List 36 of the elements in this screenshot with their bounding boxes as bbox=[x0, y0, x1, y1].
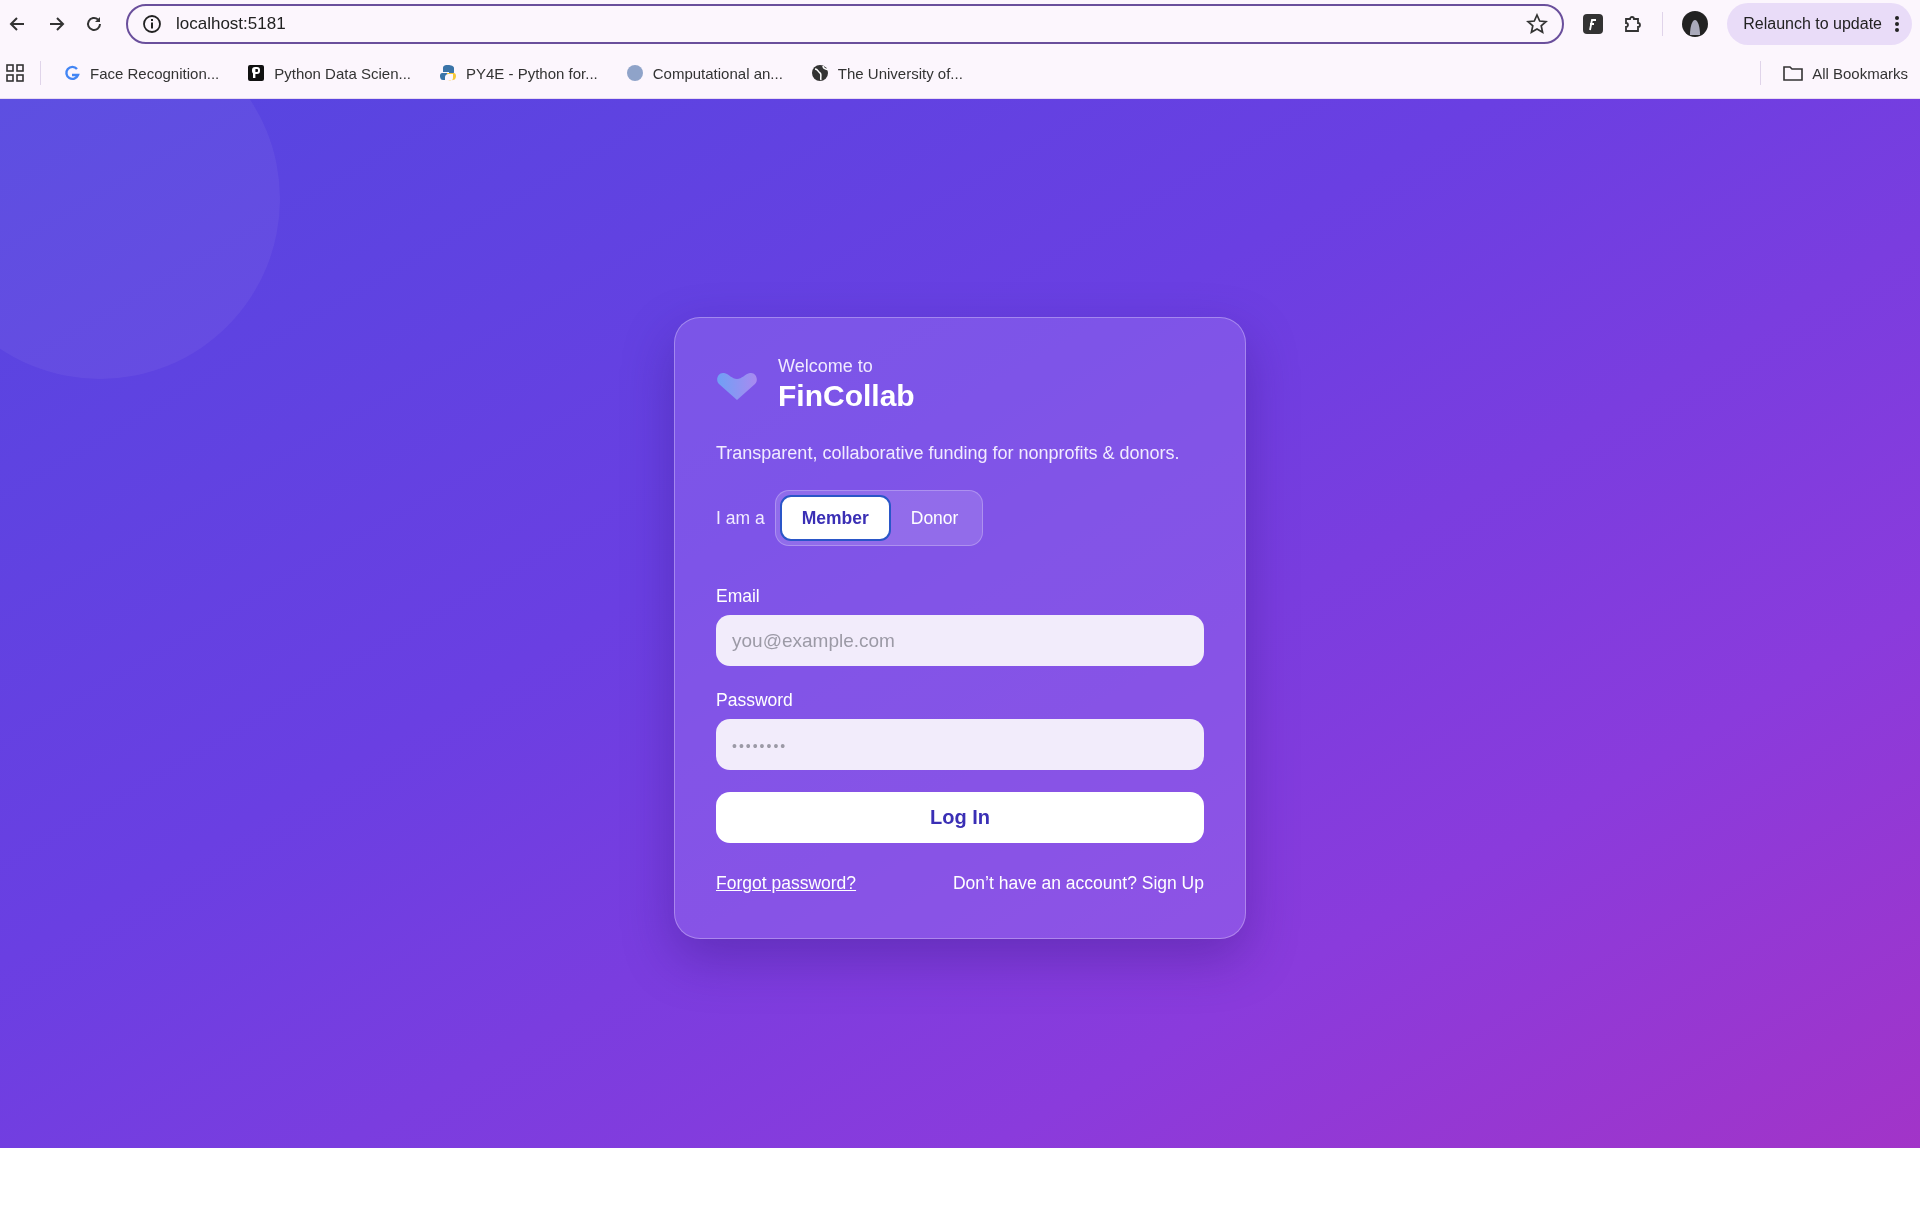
star-icon[interactable] bbox=[1526, 13, 1549, 35]
all-bookmarks-link[interactable]: All Bookmarks bbox=[1777, 64, 1914, 82]
login-button[interactable]: Log In bbox=[716, 792, 1204, 843]
role-label: I am a bbox=[716, 507, 765, 529]
role-option[interactable]: Donor bbox=[890, 495, 979, 541]
relaunch-button[interactable]: Relaunch to update bbox=[1727, 3, 1912, 45]
signup-link[interactable]: Sign Up bbox=[1141, 873, 1204, 893]
bookmark-link[interactable]: Computational an... bbox=[619, 64, 789, 82]
bookmark-link[interactable]: Face Recognition... bbox=[57, 64, 226, 82]
forgot-password-link[interactable]: Forgot password? bbox=[716, 873, 857, 894]
field-label: Email bbox=[716, 586, 761, 607]
tagline-text: Transparent, collaborative funding for nonprofits & donors. bbox=[716, 443, 1181, 464]
globe-icon bbox=[810, 64, 829, 82]
bookmark-icon bbox=[247, 64, 266, 82]
bookmark-link[interactable]: PY4E - Python for... bbox=[433, 64, 604, 82]
reload-icon[interactable] bbox=[84, 14, 104, 34]
password-field[interactable]: •••••••• bbox=[716, 719, 1204, 770]
folder-icon bbox=[1783, 64, 1804, 82]
bookmark-link[interactable]: The University of... bbox=[804, 64, 969, 82]
info-icon[interactable] bbox=[142, 14, 162, 34]
python-icon bbox=[439, 64, 457, 82]
url-text: localhost:5181 bbox=[176, 14, 286, 34]
email-field[interactable]: you@example.com bbox=[716, 615, 1204, 666]
welcome-text: Welcome to bbox=[778, 356, 874, 377]
circle-icon bbox=[625, 64, 644, 82]
avatar-icon[interactable] bbox=[1681, 10, 1710, 38]
more-icon[interactable] bbox=[1894, 14, 1900, 34]
address-bar[interactable]: localhost:5181 bbox=[126, 4, 1565, 44]
extension-badge-icon[interactable] bbox=[1582, 13, 1605, 35]
bookmark-link[interactable]: Python Data Scien... bbox=[241, 64, 417, 82]
role-option[interactable]: Member bbox=[779, 495, 891, 541]
field-label: Password bbox=[716, 690, 794, 711]
google-icon bbox=[63, 64, 81, 82]
apps-grid-icon[interactable] bbox=[6, 64, 24, 82]
signup-text: Don’t have an account? Sign Up bbox=[953, 873, 1204, 894]
brand-title: FinCollab bbox=[778, 379, 915, 413]
